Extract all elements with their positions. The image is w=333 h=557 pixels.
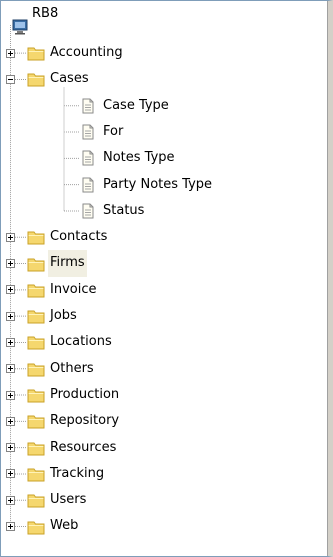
expand-toggle[interactable] xyxy=(6,259,15,269)
tree-item-label: Firms xyxy=(48,250,87,277)
folder-icon xyxy=(27,256,45,272)
computer-icon xyxy=(12,19,28,35)
tree-item-label: Others xyxy=(50,360,94,376)
expand-toggle[interactable] xyxy=(6,48,15,58)
expand-toggle[interactable] xyxy=(6,232,15,242)
document-icon xyxy=(81,177,97,193)
tree-item-label: Tracking xyxy=(50,465,105,481)
folder-icon xyxy=(27,334,45,350)
document-icon xyxy=(81,98,97,114)
expand-toggle[interactable] xyxy=(6,390,15,400)
expand-toggle[interactable] xyxy=(6,443,15,453)
folder-icon xyxy=(27,229,45,245)
expand-toggle[interactable] xyxy=(6,416,15,426)
tree-root-label: RB8 xyxy=(32,6,59,21)
folder-icon xyxy=(27,519,45,535)
folder-icon xyxy=(27,413,45,429)
folder-icon xyxy=(27,440,45,456)
folder-icon xyxy=(27,45,45,61)
tree-item-label: Party Notes Type xyxy=(103,176,213,192)
tree-item-label: For xyxy=(103,123,124,139)
folder-icon xyxy=(27,282,45,298)
tree-item-label: Production xyxy=(50,386,120,402)
folder-icon xyxy=(27,361,45,377)
tree-item-label: Case Type xyxy=(103,97,169,113)
document-icon xyxy=(81,150,97,166)
tree-item-label: Accounting xyxy=(50,45,123,60)
tree-item-label: Notes Type xyxy=(103,150,175,166)
expand-toggle[interactable] xyxy=(6,337,15,347)
tree-item-label: Contacts xyxy=(50,229,108,245)
tree-item-label: Status xyxy=(103,202,145,218)
tree-item-label: Repository xyxy=(50,413,120,429)
folder-icon xyxy=(27,387,45,403)
document-icon xyxy=(81,124,97,140)
tree-item-label: Invoice xyxy=(50,281,97,297)
tree-item-label: Jobs xyxy=(50,308,77,323)
tree-panel: RB8 Accounting Cases Case Type For Notes xyxy=(0,0,333,557)
expand-toggle[interactable] xyxy=(6,364,15,374)
document-icon xyxy=(81,203,97,219)
expand-toggle[interactable] xyxy=(6,311,15,321)
tree-item-label: Locations xyxy=(50,334,112,350)
tree-item-label: Web xyxy=(50,518,79,534)
expand-toggle[interactable] xyxy=(6,285,15,295)
tree-item-label: Cases xyxy=(50,71,89,87)
expand-toggle[interactable] xyxy=(6,469,15,479)
tree-item-label: Users xyxy=(50,492,87,508)
folder-icon xyxy=(27,71,45,87)
collapse-toggle[interactable] xyxy=(6,74,15,84)
expand-toggle[interactable] xyxy=(6,495,15,505)
expand-toggle[interactable] xyxy=(6,522,15,532)
tree-item-label: Resources xyxy=(50,439,117,455)
folder-icon xyxy=(27,308,45,324)
folder-icon xyxy=(27,492,45,508)
folder-icon xyxy=(27,466,45,482)
